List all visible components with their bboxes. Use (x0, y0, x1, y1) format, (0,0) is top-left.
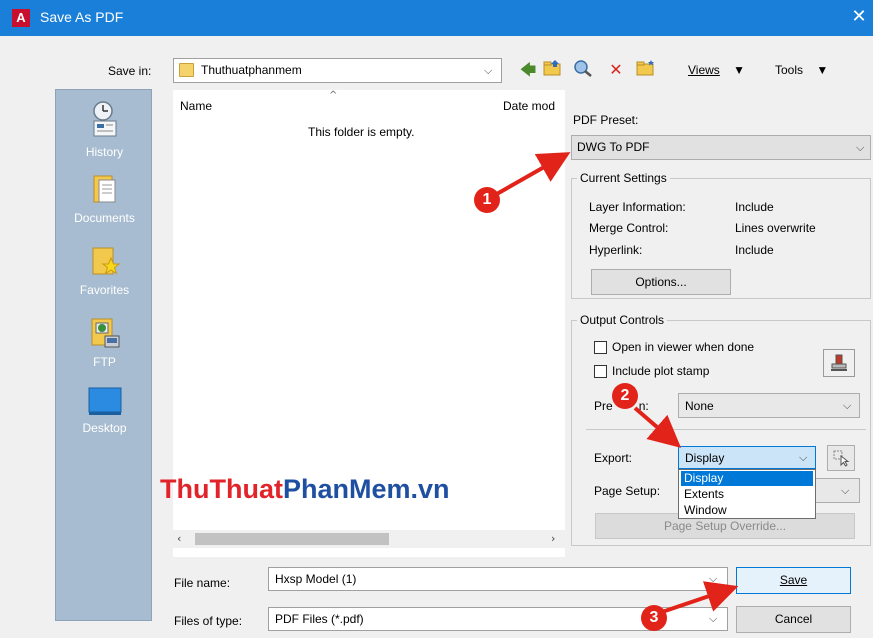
arrow-to-save (661, 581, 739, 614)
arrow-to-preset (494, 152, 571, 197)
step-badge-2: 2 (612, 383, 638, 409)
annotation-arrows (494, 152, 739, 614)
step-badge-3: 3 (641, 605, 667, 631)
step-badge-1: 1 (474, 187, 500, 213)
arrow-to-export (633, 406, 682, 448)
